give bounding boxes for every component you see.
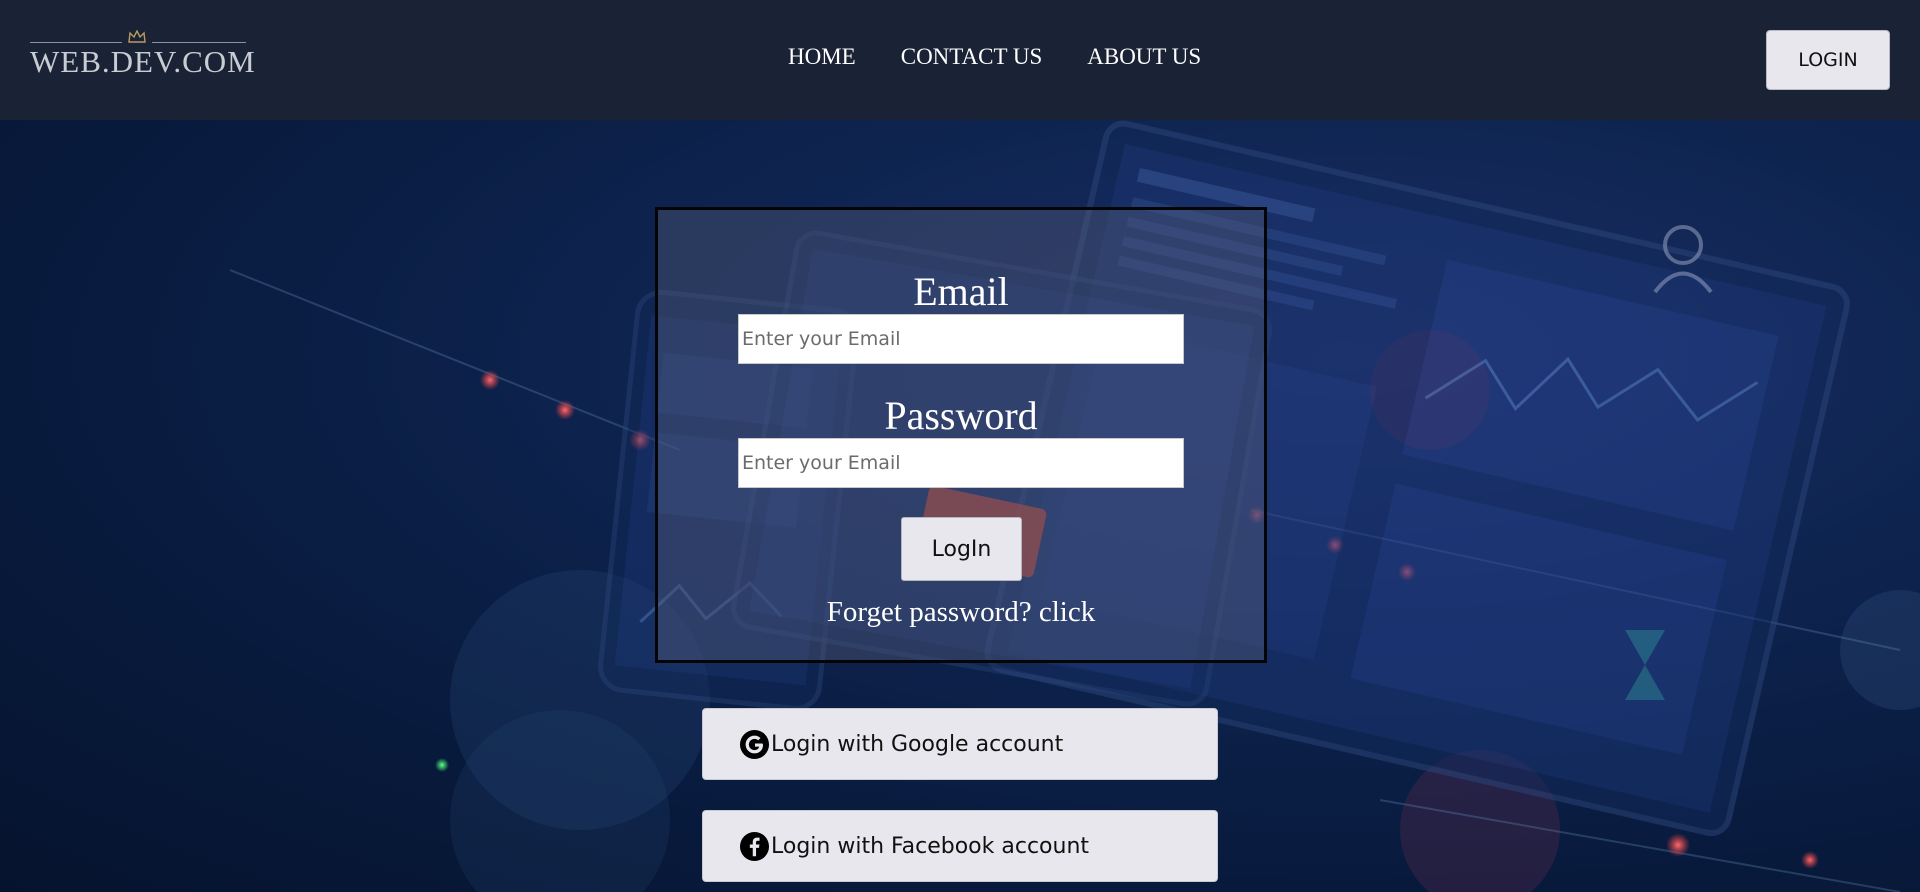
login-submit-button[interactable]: LogIn [901, 517, 1022, 581]
crown-icon [128, 30, 146, 43]
header-login-button[interactable]: LOGIN [1766, 30, 1890, 90]
nav-home[interactable]: HOME [788, 44, 856, 70]
site-logo[interactable]: WEB.DEV.COM [30, 30, 256, 82]
logo-rule-left [30, 42, 122, 43]
email-label: Email [913, 269, 1009, 314]
password-label: Password [884, 393, 1038, 438]
main-nav: HOME CONTACT US ABOUT US [788, 44, 1201, 70]
login-form-card: Email Password LogIn Forget password? cl… [655, 207, 1267, 663]
google-login-button[interactable]: Login with Google account [702, 708, 1218, 780]
top-navbar: WEB.DEV.COM HOME CONTACT US ABOUT US LOG… [0, 0, 1920, 120]
email-input[interactable] [738, 314, 1184, 364]
google-login-label: Login with Google account [771, 731, 1064, 757]
password-input[interactable] [738, 438, 1184, 488]
facebook-login-label: Login with Facebook account [771, 833, 1090, 859]
forget-password-link[interactable]: Forget password? click [658, 596, 1264, 629]
google-icon [739, 729, 770, 759]
logo-rule-right [152, 42, 246, 43]
facebook-login-button[interactable]: Login with Facebook account [702, 810, 1218, 882]
nav-about-us[interactable]: ABOUT US [1087, 44, 1201, 70]
logo-text: WEB.DEV.COM [30, 44, 256, 79]
facebook-icon [739, 831, 770, 861]
nav-contact-us[interactable]: CONTACT US [901, 44, 1043, 70]
